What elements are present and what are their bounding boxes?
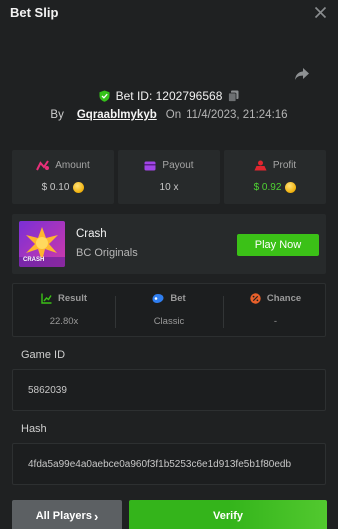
profit-label: Profit — [272, 160, 297, 171]
result-column: Result 22.80x — [13, 284, 115, 336]
copy-icon[interactable] — [228, 90, 239, 102]
bet-id-row: Bet ID: 1202796568 — [0, 88, 338, 104]
play-now-button[interactable]: Play Now — [237, 234, 319, 256]
by-label: By — [50, 109, 64, 121]
all-players-button[interactable]: All Players › — [12, 500, 122, 529]
share-icon[interactable] — [294, 67, 310, 81]
amount-stat: Amount $ 0.10 — [12, 150, 114, 204]
result-chart-icon — [41, 293, 52, 304]
profit-stat: Profit $ 0.92 — [224, 150, 326, 204]
close-icon[interactable] — [314, 6, 327, 19]
game-provider: BC Originals — [76, 247, 138, 259]
game-card: CRASH Crash BC Originals Play Now — [12, 214, 326, 274]
shield-check-icon — [99, 90, 110, 102]
result-value: 22.80x — [49, 316, 79, 327]
payout-label: Payout — [162, 160, 194, 171]
game-id-input[interactable] — [13, 370, 325, 410]
on-label: On — [165, 109, 182, 121]
game-name: Crash — [76, 228, 107, 240]
amount-value: $ 0.10 — [41, 182, 70, 193]
amount-icon — [36, 160, 50, 171]
profit-value: $ 0.92 — [253, 182, 282, 193]
chance-value: - — [273, 316, 278, 327]
hash-input[interactable] — [13, 444, 325, 484]
chevron-right-icon: › — [93, 508, 99, 524]
amount-label: Amount — [55, 160, 90, 171]
coin-icon — [285, 182, 297, 193]
page-title: Bet Slip — [10, 5, 59, 20]
result-label: Result — [57, 293, 88, 304]
payout-value: 10 x — [159, 182, 179, 193]
game-id-label: Game ID — [21, 349, 66, 361]
wallet-icon — [144, 161, 156, 170]
payout-stat: Payout 10 x — [118, 150, 220, 204]
coin-icon — [73, 182, 85, 193]
username-link[interactable]: Gqraablmykyb — [77, 109, 157, 121]
game-thumb-text: CRASH — [23, 257, 45, 263]
bet-details: Result 22.80x Bet Classic Chance - — [12, 283, 326, 337]
percent-icon — [250, 293, 261, 304]
chance-column: Chance - — [224, 284, 327, 336]
game-id-field — [12, 369, 326, 411]
bet-column: Bet Classic — [116, 284, 222, 336]
game-thumbnail[interactable]: CRASH — [19, 221, 65, 267]
bet-id: Bet ID: 1202796568 — [115, 89, 223, 103]
hash-label: Hash — [21, 423, 47, 435]
hash-field — [12, 443, 326, 485]
profit-icon — [254, 160, 267, 171]
header: Bet Slip — [0, 0, 338, 26]
bet-label: Bet — [170, 293, 186, 304]
verify-button[interactable]: Verify — [129, 500, 327, 529]
bet-owner-row: By Gqraablmykyb On 11/4/2023, 21:24:16 — [0, 107, 338, 123]
bet-icon — [152, 294, 164, 303]
bet-value: Classic — [153, 316, 185, 327]
bet-date: 11/4/2023, 21:24:16 — [186, 109, 288, 121]
all-players-label: All Players — [35, 510, 92, 522]
chance-label: Chance — [266, 293, 302, 304]
